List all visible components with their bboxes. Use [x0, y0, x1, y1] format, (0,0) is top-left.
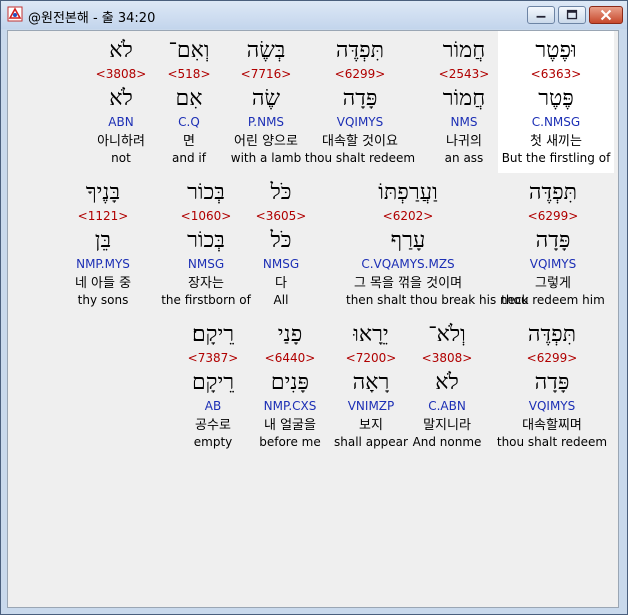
window-title: @원전본해 - 출 34:20 [28, 11, 156, 26]
korean-gloss: 그 목을 꺾을 것이며 [353, 276, 463, 291]
strong-number[interactable]: <7387> [153, 350, 273, 366]
english-gloss: thy sons [77, 293, 129, 307]
hebrew-word: לֹא [109, 38, 133, 63]
strong-number[interactable]: <3808> [61, 66, 181, 82]
word-cell[interactable]: לֹא <3808> לֹא ABN 아니하려 not [61, 38, 181, 166]
korean-gloss: 네 아들 중 [74, 276, 132, 291]
app-logo-icon [7, 6, 23, 22]
korean-gloss: 공수로 [195, 418, 231, 433]
strong-number[interactable]: <1060> [146, 208, 266, 224]
hebrew-word: תִּפְדֶּה [527, 322, 577, 347]
lemma-word: פָּדָה [534, 370, 570, 395]
lemma-word: בְּכוֹר [187, 228, 225, 253]
lemma-word: פָּדָה [535, 228, 571, 253]
interlinear-panel[interactable]: וּפֶטֶר <6363> פֶּטֶר C.NMSG 첫 새끼는 But t… [7, 30, 619, 608]
strong-number[interactable]: <6202> [346, 208, 470, 224]
close-icon [600, 9, 612, 21]
english-gloss: not [111, 151, 131, 165]
close-button[interactable] [589, 6, 623, 24]
word-cell[interactable]: בָּנֶיךָ <1121> בֵּן NMP.MYS 네 아들 중 thy … [43, 180, 163, 308]
morph-code: AB [204, 399, 222, 413]
strong-number[interactable]: <6299> [493, 208, 613, 224]
word-cell[interactable]: בְּכוֹר <1060> בְּכוֹר NMSG 장자는 the firs… [146, 180, 266, 308]
strong-number[interactable]: <6299> [492, 350, 612, 366]
maximize-icon [566, 9, 578, 20]
strong-number[interactable]: <2543> [404, 66, 524, 82]
title-bar[interactable]: @원전본해 - 출 34:20 [1, 1, 627, 29]
hebrew-word: רֵיקָם׃ [191, 322, 235, 347]
lemma-word: חֲמוֹר [442, 86, 486, 111]
lemma-word: בֵּן [94, 228, 112, 253]
lemma-word: עָרַף [390, 228, 426, 253]
morph-code: NMSG [187, 257, 225, 271]
english-gloss: then shalt thou break his neck [346, 293, 529, 307]
minimize-icon [536, 15, 546, 18]
word-cell[interactable]: חֲמוֹר <2543> חֲמוֹר NMS 나귀의 an ass [404, 38, 524, 166]
korean-gloss: 나귀의 [446, 134, 482, 149]
korean-gloss: 그렇게 [535, 276, 571, 291]
hebrew-word: בָּנֶיךָ [85, 180, 121, 205]
word-cell[interactable]: רֵיקָם׃ <7387> רֵיקָם AB 공수로 empty [153, 322, 273, 450]
hebrew-word: תִּפְדֶּה [528, 180, 578, 205]
app-window: @원전본해 - 출 34:20 וּפֶטֶר <6363> פֶּטֶר C.… [0, 0, 628, 615]
morph-code: C.VQAMYS.MZS [361, 257, 455, 271]
maximize-button[interactable] [558, 6, 586, 24]
strong-number[interactable]: <1121> [43, 208, 163, 224]
word-cell[interactable]: תִּפְדֶּה <6299> פָּדָה VQIMYS 그렇게 thou … [493, 180, 613, 308]
morph-code: VQIMYS [528, 399, 576, 413]
english-gloss: an ass [444, 151, 484, 165]
morph-code: ABN [108, 115, 134, 129]
korean-gloss: 아니하려 [97, 134, 145, 149]
word-cell[interactable]: וַעֲרַפְתּוֹ <6202> עָרַף C.VQAMYS.MZS 그… [346, 180, 529, 308]
hebrew-word: בְּכוֹר [187, 180, 225, 205]
lemma-word: לֹא [109, 86, 133, 111]
hebrew-word: וַעֲרַפְתּוֹ [378, 180, 438, 205]
morph-code: NMP.MYS [76, 257, 130, 271]
english-gloss: thou shalt redeem [496, 435, 608, 449]
hebrew-word: חֲמוֹר [442, 38, 486, 63]
morph-code: NMS [450, 115, 478, 129]
minimize-button[interactable] [527, 6, 555, 24]
english-gloss: the firstborn of [161, 293, 251, 307]
lemma-word: רֵיקָם [191, 370, 235, 395]
korean-gloss: 장자는 [188, 276, 224, 291]
korean-gloss: 대속할찌며 [522, 418, 582, 433]
word-cell[interactable]: תִּפְדֶּה <6299> פָּדָה VQIMYS 대속할찌며 tho… [492, 322, 612, 450]
english-gloss: empty [193, 435, 233, 449]
morph-code: VQIMYS [529, 257, 577, 271]
